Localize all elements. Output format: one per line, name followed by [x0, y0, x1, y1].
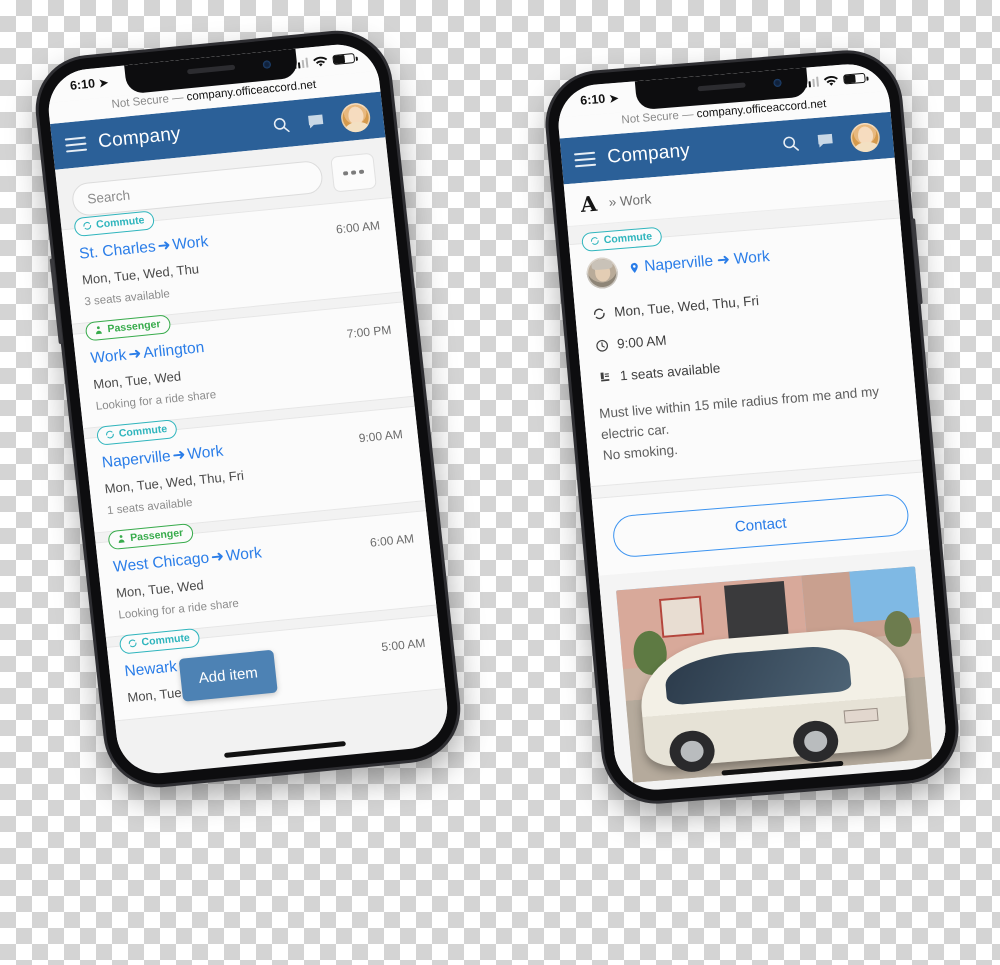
battery-icon — [332, 52, 356, 66]
photo-window — [658, 595, 705, 639]
photo-license-plate — [843, 708, 879, 724]
ride-route[interactable]: Work➜Arlington — [90, 338, 206, 368]
ride-days: Mon, Tue, Wed, Thu, Fri — [590, 282, 892, 321]
front-camera — [773, 78, 782, 88]
ride-route[interactable]: St. Charles➜Work — [78, 232, 209, 264]
chat-bubble-icon[interactable] — [815, 130, 836, 150]
battery-icon — [843, 72, 866, 85]
search-icon[interactable] — [780, 133, 801, 153]
route-arrow: ➜ — [716, 251, 731, 270]
list-content: Search Commute St. Charles➜Work 6:00 AM Mon… — [55, 137, 451, 769]
wifi-icon — [312, 54, 328, 68]
earpiece-speaker — [697, 82, 746, 92]
detail-content: A » Work Commute Naperville ➜ Work Mon, … — [563, 157, 949, 784]
status-bar-time: 6:10 — [579, 91, 606, 108]
route-arrow: ➜ — [210, 548, 225, 567]
ride-detail-card: Commute Naperville ➜ Work Mon, Tue, Wed,… — [569, 217, 922, 487]
more-options-icon[interactable] — [330, 152, 377, 193]
route-to: Work — [186, 442, 225, 464]
route-from: West Chicago — [112, 549, 210, 576]
contact-button[interactable]: Contact — [611, 492, 911, 559]
front-camera — [262, 60, 272, 69]
phone-screen-list: 6:10 ➤ Not Secure — company.officeaccord… — [44, 40, 452, 778]
search-icon[interactable] — [270, 114, 291, 135]
earpiece-speaker — [186, 64, 236, 75]
location-arrow-icon: ➤ — [608, 92, 620, 105]
route-to: Work — [733, 247, 771, 268]
ride-photo-section — [598, 548, 949, 784]
ride-list: Commute St. Charles➜Work 6:00 AM Mon, Tue, … — [61, 196, 446, 722]
repeat-icon — [591, 237, 599, 245]
status-bar-right — [293, 51, 356, 70]
share-button[interactable]: Share — [847, 780, 881, 784]
route-arrow: ➜ — [171, 446, 187, 465]
route-from: Naperville — [101, 447, 172, 472]
status-bar-right — [804, 71, 866, 89]
ride-description: Must live within 15 mile radius from me … — [598, 383, 880, 463]
status-badge-label: Passenger — [106, 318, 162, 336]
ride-photo[interactable] — [615, 566, 933, 784]
ride-days-value: Mon, Tue, Wed, Thu, Fri — [613, 293, 760, 320]
clock-icon — [596, 339, 608, 352]
hamburger-menu-icon[interactable] — [64, 136, 88, 153]
avatar[interactable] — [339, 101, 372, 133]
phone-mockup-detail: 6:10 ➤ Not Secure — company.officeaccord… — [544, 49, 960, 805]
status-badge-label: Passenger — [129, 526, 184, 545]
status-badge-label: Commute — [118, 423, 168, 440]
poster-avatar[interactable] — [585, 256, 620, 290]
ride-time: 6:00 AM — [335, 218, 381, 237]
app-logo-icon[interactable]: A — [579, 191, 597, 217]
ride-route[interactable]: Naperville ➜ Work — [627, 244, 770, 277]
phone-screen-detail: 6:10 ➤ Not Secure — company.officeaccord… — [555, 61, 949, 793]
status-bar-left: 6:10 ➤ — [69, 75, 109, 93]
route-to: Work — [225, 544, 263, 565]
status-bar-time: 6:10 — [69, 76, 96, 93]
header-actions — [270, 101, 372, 139]
status-badge-label: Commute — [140, 631, 191, 649]
breadcrumb-current: » Work — [608, 191, 652, 210]
ride-time: 6:00 AM — [369, 531, 415, 550]
report-button[interactable]: Report — [894, 775, 933, 783]
ride-route[interactable]: Naperville➜Work — [101, 442, 224, 473]
hamburger-menu-icon[interactable] — [573, 151, 597, 168]
route-to: Work — [171, 233, 210, 254]
ride-time: 5:00 AM — [380, 635, 427, 655]
ride-time: 9:00 AM — [593, 314, 895, 353]
route-from: Naperville — [643, 252, 714, 275]
avatar[interactable] — [849, 121, 881, 153]
location-pin-icon — [630, 262, 638, 273]
wifi-icon — [823, 73, 839, 87]
seat-icon — [600, 371, 610, 381]
ride-seats: 1 seats available — [595, 346, 897, 385]
chat-bubble-icon[interactable] — [305, 111, 326, 132]
location-arrow-icon: ➤ — [98, 76, 109, 90]
footer-actions: Share Report — [847, 775, 933, 783]
route-to: Arlington — [142, 339, 206, 362]
app-title: Company — [606, 140, 691, 168]
ride-time: 9:00 AM — [358, 427, 404, 446]
route-from: Work — [89, 346, 128, 368]
status-bar-left: 6:10 ➤ — [580, 91, 619, 108]
header-actions — [780, 121, 881, 158]
ride-seats-value: 1 seats available — [619, 360, 721, 384]
ride-time: 7:00 PM — [346, 322, 393, 341]
ride-time-value: 9:00 AM — [616, 332, 668, 352]
route-from: Newark — [123, 658, 178, 681]
status-badge-label: Commute — [95, 214, 146, 231]
status-badge: Commute — [581, 226, 663, 252]
route-arrow: ➜ — [127, 345, 143, 364]
route-arrow: ➜ — [156, 236, 172, 256]
phone-mockup-list: 6:10 ➤ Not Secure — company.officeaccord… — [33, 28, 463, 790]
ride-route[interactable]: West Chicago➜Work — [112, 543, 262, 576]
ride-detail: Commute Naperville ➜ Work Mon, Tue, Wed,… — [569, 217, 949, 784]
route-from: St. Charles — [78, 238, 157, 263]
repeat-icon — [593, 308, 605, 319]
photo-car-windows — [663, 643, 852, 706]
photo-sky — [849, 566, 920, 623]
app-title: Company — [97, 123, 182, 153]
